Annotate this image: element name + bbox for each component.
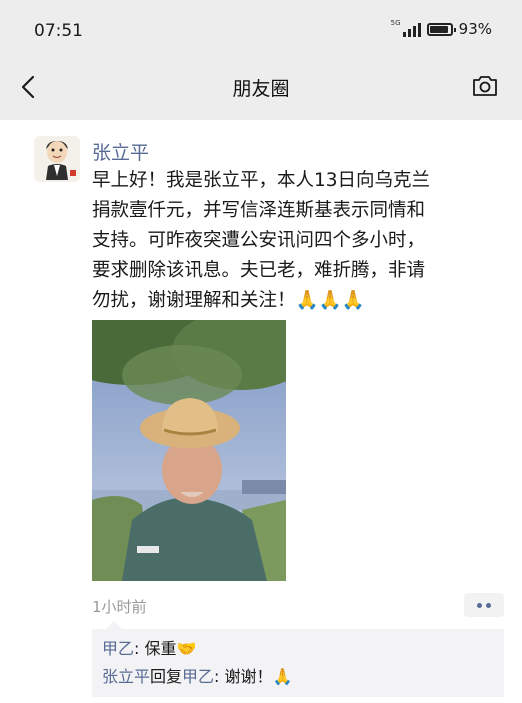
avatar-cartoon-icon bbox=[34, 136, 80, 182]
post-timestamp: 1小时前 bbox=[92, 598, 147, 616]
page-title: 朋友圈 bbox=[232, 78, 290, 100]
comment-separator: : bbox=[214, 667, 225, 686]
battery-fill bbox=[429, 25, 449, 33]
moment-post: 张立平 早上好！我是张立平，本人13日向乌克兰 捐款壹仟元，并写信泽连斯基表示同… bbox=[0, 120, 522, 703]
avatar[interactable] bbox=[34, 136, 80, 182]
comment-text: 谢谢！🙏 bbox=[224, 667, 293, 686]
status-indicators: 5G 93% bbox=[391, 20, 492, 39]
status-bar: 07:51 5G 93% bbox=[0, 0, 522, 62]
top-bar: 07:51 5G 93% 朋友圈 bbox=[0, 0, 522, 120]
post-content-line: 要求删除该讯息。夫已老，难折腾，非请 bbox=[92, 260, 426, 281]
battery-percent: 93% bbox=[458, 20, 492, 38]
post-content-line: 早上好！我是张立平，本人13日向乌克兰 bbox=[92, 170, 431, 191]
comment-row[interactable]: 张立平回复甲乙: 谢谢！🙏 bbox=[102, 663, 494, 691]
post-content-line: 捐款壹仟元，并写信泽连斯基表示同情和 bbox=[92, 200, 426, 221]
post-author[interactable]: 张立平 bbox=[92, 138, 149, 165]
comment-row[interactable]: 甲乙: 保重🤝 bbox=[102, 635, 494, 663]
commenter-name[interactable]: 甲乙 bbox=[102, 639, 134, 658]
signal-icon: 5G bbox=[391, 20, 421, 37]
nav-bar: 朋友圈 bbox=[0, 62, 522, 120]
camera-button[interactable] bbox=[470, 71, 500, 101]
comment-text: 保重🤝 bbox=[144, 639, 197, 658]
camera-icon bbox=[473, 76, 497, 96]
photo-image bbox=[92, 320, 286, 581]
reply-target-name[interactable]: 甲乙 bbox=[182, 667, 214, 686]
battery-icon bbox=[426, 22, 456, 36]
dot-icon bbox=[477, 602, 482, 608]
dot-icon bbox=[486, 602, 491, 608]
post-photo[interactable] bbox=[92, 320, 286, 581]
post-content-line: 支持。可昨夜突遭公安讯问四个多小时， bbox=[92, 230, 426, 251]
comments-section: 甲乙: 保重🤝 张立平回复甲乙: 谢谢！🙏 bbox=[92, 621, 504, 697]
commenter-name[interactable]: 张立平 bbox=[102, 667, 150, 686]
post-content: 早上好！我是张立平，本人13日向乌克兰 捐款壹仟元，并写信泽连斯基表示同情和 支… bbox=[92, 166, 512, 316]
network-type: 5G bbox=[390, 19, 401, 27]
comment-separator: : bbox=[134, 639, 145, 658]
reply-word: 回复 bbox=[150, 667, 183, 686]
post-content-line: 勿扰，谢谢理解和关注！🙏🙏🙏 bbox=[92, 290, 365, 311]
more-actions-button[interactable] bbox=[464, 593, 504, 617]
status-time: 07:51 bbox=[34, 21, 83, 41]
